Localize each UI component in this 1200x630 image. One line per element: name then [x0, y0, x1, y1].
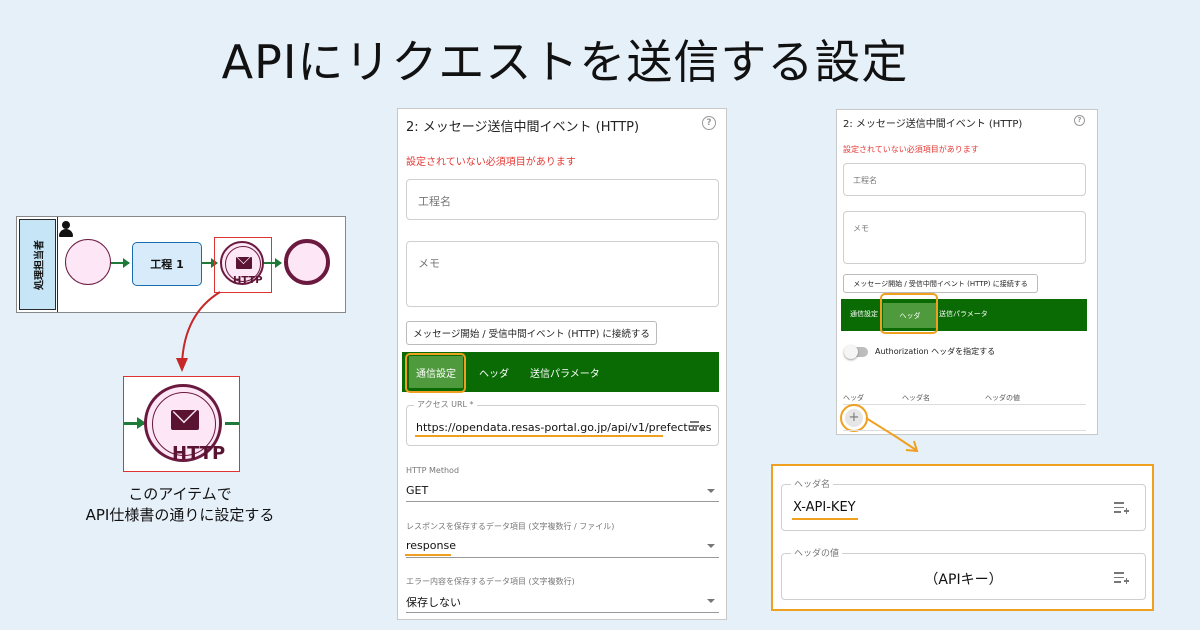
column-header: ヘッダ名	[902, 394, 930, 402]
step-name-field[interactable]: 工程名	[843, 163, 1086, 196]
response-field-label: レスポンスを保存するデータ項目 (文字複数行 / ファイル)	[406, 522, 615, 531]
validation-warning: 設定されていない必須項目があります	[406, 157, 576, 168]
callout-arrow	[176, 291, 221, 372]
envelope-icon	[236, 257, 252, 269]
access-url-value: https://opendata.resas-portal.go.jp/api/…	[416, 421, 712, 434]
step-name-field[interactable]: 工程名	[406, 179, 719, 220]
column-header: ヘッダの値	[985, 394, 1020, 402]
connect-event-button[interactable]: メッセージ開始 / 受信中間イベント (HTTP) に接続する	[843, 274, 1038, 293]
caption: このアイテムで API仕様書の通りに設定する	[40, 484, 320, 526]
caption-line-2: API仕様書の通りに設定する	[85, 506, 275, 524]
authorization-toggle-label: Authorization ヘッダを指定する	[875, 347, 996, 356]
response-field-value[interactable]: response	[406, 539, 456, 552]
step-name-placeholder: 工程名	[853, 176, 877, 185]
select-underline	[406, 557, 719, 558]
http-event-label: HTTP	[172, 443, 226, 464]
header-value-label: ヘッダの値	[791, 546, 843, 559]
highlight-underline	[405, 554, 451, 556]
properties-panel-comm-settings: 2: メッセージ送信中間イベント (HTTP) ? 設定されていない必須項目があ…	[397, 108, 727, 620]
http-method-label: HTTP Method	[406, 466, 460, 475]
variable-insert-icon[interactable]	[1114, 502, 1129, 514]
authorization-toggle[interactable]	[844, 345, 868, 359]
end-event[interactable]	[284, 239, 330, 285]
highlight-underline	[415, 435, 663, 437]
zoomed-event: HTTP	[123, 376, 240, 472]
memo-placeholder: メモ	[853, 224, 869, 233]
memo-placeholder: メモ	[418, 257, 440, 270]
memo-field[interactable]: メモ	[406, 241, 719, 307]
header-name-value: X-API-KEY	[793, 500, 856, 515]
sequence-flow	[111, 258, 130, 268]
http-method-value[interactable]: GET	[406, 484, 428, 497]
error-field-label: エラー内容を保存するデータ項目 (文字複数行)	[406, 577, 575, 586]
sequence-flow	[225, 422, 239, 425]
memo-field[interactable]: メモ	[843, 211, 1086, 264]
task-label: 工程 1	[150, 258, 184, 271]
tab-header[interactable]: ヘッダ	[479, 365, 509, 380]
variable-insert-icon[interactable]	[1114, 572, 1129, 584]
callout-connector-arrow	[865, 417, 919, 453]
panel-title: 2: メッセージ送信中間イベント (HTTP)	[843, 119, 1023, 130]
highlight-underline	[792, 518, 858, 520]
variable-insert-icon[interactable]	[690, 421, 704, 432]
column-header: ヘッダ	[843, 394, 864, 402]
help-icon[interactable]: ?	[1074, 115, 1085, 126]
person-icon	[59, 221, 73, 237]
error-field-value[interactable]: 保存しない	[406, 594, 461, 610]
dropdown-caret-icon[interactable]	[707, 544, 715, 548]
tab-send-parameters[interactable]: 送信パラメータ	[530, 365, 600, 380]
header-settings-zoom: ヘッダ名 X-API-KEY ヘッダの値 （APIキー）	[771, 464, 1154, 611]
tab-communication-settings[interactable]: 通信設定	[850, 309, 878, 319]
tab-send-parameters[interactable]: 送信パラメータ	[939, 309, 988, 319]
start-event[interactable]	[65, 239, 111, 285]
caption-line-1: このアイテムで	[128, 485, 232, 503]
highlight-frame	[880, 293, 938, 334]
table-divider	[843, 404, 1086, 405]
sequence-flow	[264, 258, 282, 268]
swimlane-label: 処理担当者	[19, 219, 56, 310]
tab-bar: 通信設定 ヘッダ 送信パラメータ	[841, 299, 1087, 331]
validation-warning: 設定されていない必須項目があります	[843, 145, 979, 154]
select-underline	[406, 612, 719, 613]
envelope-icon	[171, 410, 199, 430]
access-url-label: アクセス URL *	[414, 399, 477, 410]
connect-event-button[interactable]: メッセージ開始 / 受信中間イベント (HTTP) に接続する	[406, 321, 657, 345]
swimlane-label-text: 処理担当者	[34, 239, 45, 290]
header-name-label: ヘッダ名	[791, 477, 834, 490]
sequence-flow	[124, 417, 146, 429]
header-value-value: （APIキー）	[924, 572, 1003, 588]
select-underline	[406, 501, 719, 502]
dropdown-caret-icon[interactable]	[707, 489, 715, 493]
highlight-frame	[405, 353, 466, 393]
panel-title: 2: メッセージ送信中間イベント (HTTP)	[406, 120, 640, 135]
swimlane-divider	[57, 217, 58, 312]
task-step-1[interactable]: 工程 1	[132, 242, 202, 286]
help-icon[interactable]: ?	[702, 116, 716, 130]
dropdown-caret-icon[interactable]	[707, 599, 715, 603]
properties-panel-header: 2: メッセージ送信中間イベント (HTTP) ? 設定されていない必須項目があ…	[836, 109, 1098, 435]
step-name-placeholder: 工程名	[418, 195, 451, 208]
page-title: APIにリクエストを送信する設定	[221, 35, 909, 89]
